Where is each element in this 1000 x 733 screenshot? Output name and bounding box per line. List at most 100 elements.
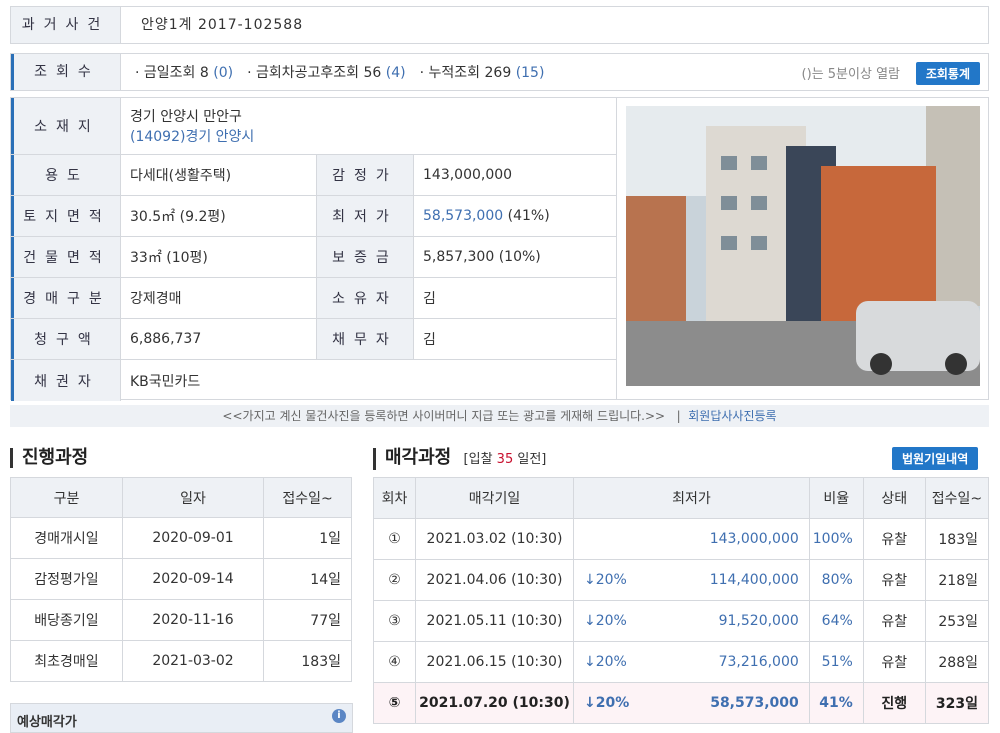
auction-days: 323일 [924, 682, 990, 724]
info-icon[interactable]: i [332, 709, 346, 723]
table-row: ② 2021.04.06 (10:30) ↓20% 114,400,000 80… [373, 559, 990, 601]
min-price-label: 최저가 [317, 196, 414, 236]
progress-name: 경매개시일 [10, 517, 123, 559]
past-case-row: 과거사건 안양1계 2017-102588 [10, 6, 989, 44]
progress-title: 진행과정 [10, 448, 88, 468]
auction-date: 2021.07.20 (10:30) [415, 682, 574, 724]
progress-table: 구분 일자 접수일~ 경매개시일 2020-09-01 1일 감정평가일 202… [10, 477, 352, 682]
deposit-label: 보증금 [317, 237, 414, 277]
auction-days: 183일 [924, 518, 990, 560]
auction-title-text: 매각과정 [385, 447, 452, 468]
ad-text: <<가지고 계신 물건사진을 등록하면 사이버머니 지급 또는 광고를 게재해 … [222, 409, 666, 423]
progress-name: 배당종기일 [10, 599, 123, 641]
progress-name: 감정평가일 [10, 558, 123, 600]
building-row: 건물면적 33㎡ (10평) 보증금 5,857,300 (10%) [11, 237, 616, 278]
auction-date: 2021.04.06 (10:30) [415, 559, 574, 601]
location-label: 소재지 [11, 98, 121, 154]
today-views: · 금일조회 8 (0) [135, 65, 234, 81]
auction-header-row: 회차 매각기일 최저가 비율 상태 접수일~ [373, 477, 990, 519]
auction-status: 유찰 [862, 641, 926, 683]
auction-date: 2021.03.02 (10:30) [415, 518, 574, 560]
auction-title: 매각과정 [입찰 35 일전] [373, 448, 546, 470]
deposit-value: 5,857,300 (10%) [423, 249, 541, 265]
claim-value: 6,886,737 [121, 319, 317, 359]
location-address: 경기 안양시 만안구 [130, 109, 242, 125]
auction-drop: ↓20% [573, 600, 636, 642]
auction-header-round: 회차 [373, 477, 416, 519]
type-row: 경매구분 강제경매 소유자 김 [11, 278, 616, 319]
round-views: · 금회차공고후조회 56 (4) [247, 65, 406, 81]
auction-status: 유찰 [862, 559, 926, 601]
min-price-value: 58,573,000 (41%) [423, 208, 550, 224]
appraisal-value: 143,000,000 [423, 167, 513, 183]
auction-header-status: 상태 [862, 477, 926, 519]
table-row: 배당종기일 2020-11-16 77일 [10, 599, 352, 641]
auction-price: 114,400,000 [635, 559, 810, 601]
table-row: ③ 2021.05.11 (10:30) ↓20% 91,520,000 64%… [373, 600, 990, 642]
progress-date: 2020-11-16 [121, 599, 265, 641]
auction-ratio: 80% [808, 559, 864, 601]
court-date-button[interactable]: 법원기일내역 [892, 447, 979, 470]
property-photo[interactable] [626, 106, 980, 386]
progress-header-row: 구분 일자 접수일~ [10, 477, 352, 518]
auction-header-ratio: 비율 [808, 477, 864, 519]
register-photo-link[interactable]: 회원답사사진등록 [688, 409, 776, 423]
auction-round: ③ [373, 600, 416, 642]
auction-header-date: 매각기일 [415, 477, 574, 519]
expected-price-title: 예상매각가 [17, 715, 77, 730]
owner-label: 소유자 [317, 278, 414, 318]
view-count-label: 조회수 [11, 54, 121, 90]
auction-days: 288일 [924, 641, 990, 683]
use-row: 용도 다세대(생활주택) 감정가 143,000,000 [11, 155, 616, 196]
auction-date: 2021.06.15 (10:30) [415, 641, 574, 683]
progress-days: 14일 [263, 558, 352, 600]
past-case-value[interactable]: 안양1계 2017-102588 [121, 7, 303, 43]
auction-type-value: 강제경매 [121, 278, 317, 318]
auction-header-price: 최저가 [573, 477, 810, 519]
auction-status: 진행 [862, 682, 926, 724]
auction-type-label: 경매구분 [11, 278, 121, 318]
progress-days: 77일 [263, 599, 352, 641]
building-area-label: 건물면적 [11, 237, 121, 277]
claim-label: 청구액 [11, 319, 121, 359]
progress-days: 183일 [263, 640, 352, 682]
location-value: 경기 안양시 만안구 (14092)경기 안양시 [121, 98, 616, 154]
table-row: ④ 2021.06.15 (10:30) ↓20% 73,216,000 51%… [373, 641, 990, 683]
view-stats-button[interactable]: 조회통계 [915, 62, 980, 85]
current-auction-row: ⑤ 2021.07.20 (10:30) ↓20% 58,573,000 41%… [373, 682, 990, 724]
auction-price: 58,573,000 [635, 682, 810, 724]
progress-date: 2020-09-14 [121, 558, 265, 600]
auction-round: ① [373, 518, 416, 560]
auction-drop: ↓20% [573, 682, 636, 724]
auction-ratio: 64% [808, 600, 864, 642]
table-row: ① 2021.03.02 (10:30) 143,000,000 100% 유찰… [373, 518, 990, 560]
debtor-label: 채무자 [317, 319, 414, 359]
expected-price-box: 예상매각가 i [10, 703, 353, 733]
total-views: · 누적조회 269 (15) [419, 65, 545, 81]
land-row: 토지면적 30.5㎡ (9.2평) 최저가 58,573,000 (41%) [11, 196, 616, 237]
view-count-row: 조회수 · 금일조회 8 (0) · 금회차공고후조회 56 (4) · 누적조… [10, 53, 989, 91]
location-zip-address[interactable]: (14092)경기 안양시 [130, 126, 616, 146]
auction-price: 73,216,000 [635, 641, 810, 683]
photo-ad-bar: <<가지고 계신 물건사진을 등록하면 사이버머니 지급 또는 광고를 게재해 … [10, 405, 989, 427]
owner-value: 김 [423, 291, 436, 307]
debtor-value: 김 [423, 332, 436, 348]
auction-drop: ↓20% [573, 559, 636, 601]
progress-days: 1일 [263, 517, 352, 559]
auction-ratio: 100% [808, 518, 864, 560]
auction-date: 2021.05.11 (10:30) [415, 600, 574, 642]
table-row: 경매개시일 2020-09-01 1일 [10, 517, 352, 559]
use-label: 용도 [11, 155, 121, 195]
creditor-row: 채권자 KB국민카드 [11, 360, 616, 401]
creditor-value: KB국민카드 [130, 373, 201, 390]
view-note: ()는 5분이상 열람 [801, 67, 900, 82]
auction-status: 유찰 [862, 600, 926, 642]
progress-date: 2020-09-01 [121, 517, 265, 559]
building-area-value: 33㎡ (10평) [121, 237, 317, 277]
auction-table: 회차 매각기일 최저가 비율 상태 접수일~ ① 2021.03.02 (10:… [373, 477, 990, 724]
auction-drop: ↓20% [573, 641, 636, 683]
land-area-value: 30.5㎡ (9.2평) [121, 196, 317, 236]
table-row: 감정평가일 2020-09-14 14일 [10, 558, 352, 600]
location-row: 소재지 경기 안양시 만안구 (14092)경기 안양시 [11, 98, 616, 155]
ad-separator: | [676, 409, 681, 423]
